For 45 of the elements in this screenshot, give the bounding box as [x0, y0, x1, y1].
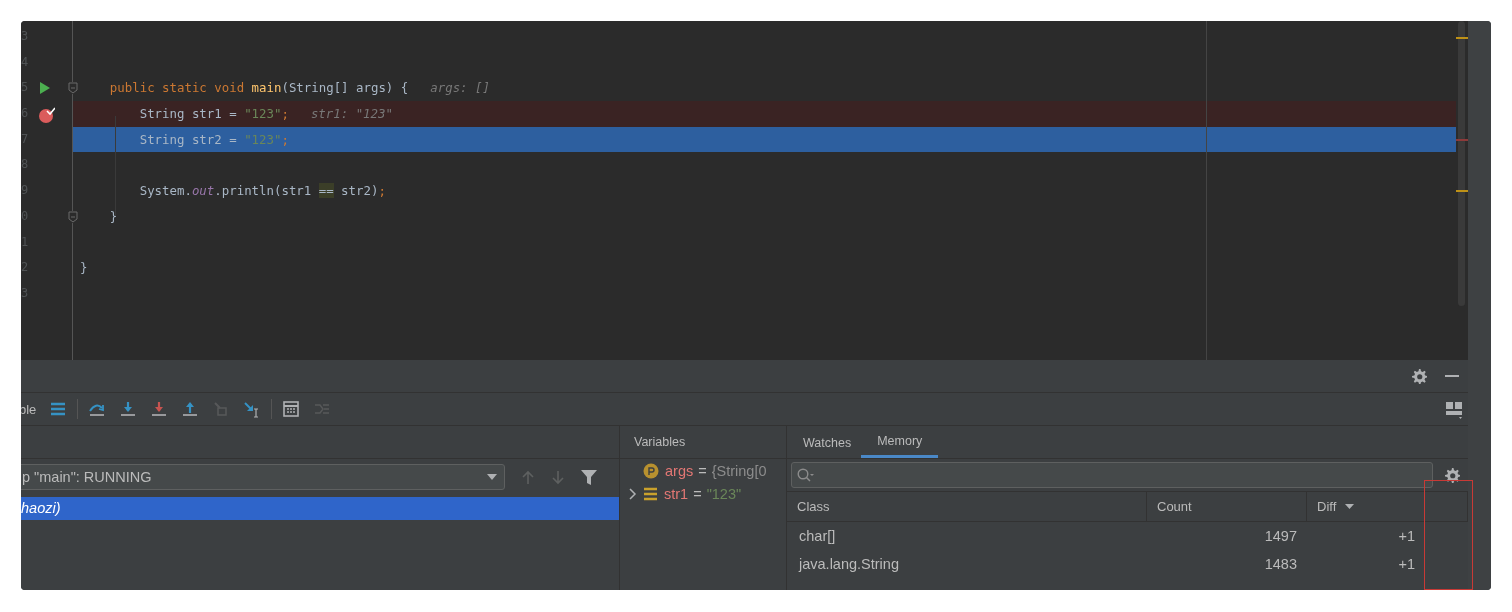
table-cell-text: 1497 [1263, 528, 1298, 544]
table-cell-text: java.lang.String [797, 556, 900, 572]
code-line: public static void main(String[] args) { [108, 79, 409, 98]
list-icon[interactable] [49, 400, 68, 418]
table-cell-text: +1 [1397, 556, 1416, 572]
settings-icon[interactable] [1411, 367, 1428, 385]
table-cell-text: char[] [798, 528, 837, 544]
code-line: System.out.println(str1 == str2); [138, 182, 386, 201]
pane-title: Variables [634, 435, 686, 449]
inline-value-hint: args: [] [430, 79, 490, 98]
force-step-into-icon[interactable] [150, 400, 169, 418]
thread-dropdown[interactable]: p "main": RUNNING [21, 464, 505, 490]
tab[interactable]: Memory [861, 428, 939, 458]
variable-value: args = {String[0 [665, 462, 767, 479]
search-field[interactable] [791, 462, 1433, 488]
code-line: String str1 = "123"; [138, 105, 289, 124]
sort-caret-icon [1345, 504, 1355, 509]
stack-frame[interactable]: haozi) [21, 497, 619, 520]
dropdown-caret-icon[interactable] [487, 474, 497, 480]
field-icon [643, 485, 658, 502]
column-header[interactable]: Count [1147, 492, 1307, 521]
column-header[interactable]: Diff [1307, 492, 1425, 521]
scrollbar-thumb[interactable] [1458, 21, 1465, 306]
table-cell-text: 1483 [1263, 556, 1298, 572]
column-header[interactable]: Class [787, 492, 1147, 521]
run-icon[interactable] [39, 81, 51, 96]
breakpoint-icon[interactable] [39, 107, 55, 124]
filter-icon[interactable] [581, 469, 597, 485]
tab[interactable]: Watches [793, 428, 862, 458]
code-line: String str2 = "123"; [138, 130, 289, 149]
step-into-icon[interactable] [119, 400, 138, 418]
fold-icon[interactable] [68, 82, 78, 95]
layout-icon[interactable] [1445, 400, 1463, 419]
calculator-icon[interactable] [282, 400, 301, 418]
parameter-icon [643, 462, 659, 479]
step-out-icon[interactable] [181, 400, 200, 418]
variable-value: str1 = "123" [664, 485, 742, 502]
expand-icon[interactable] [628, 487, 637, 500]
settings-icon[interactable] [1444, 466, 1461, 484]
code-line: } [80, 259, 88, 278]
code-line: } [108, 207, 118, 226]
search-icon[interactable] [797, 468, 814, 482]
fold-icon[interactable] [68, 210, 78, 223]
table-cell-text: +1 [1397, 528, 1416, 544]
inline-value-hint: str1: "123" [310, 105, 393, 124]
